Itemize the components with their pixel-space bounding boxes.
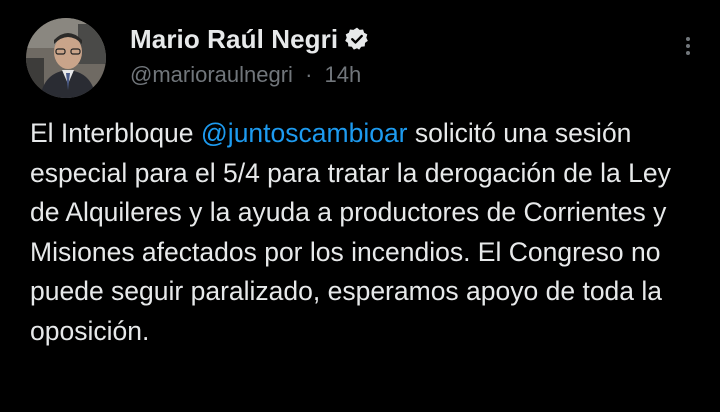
- avatar-photo: [26, 18, 106, 98]
- meta-separator: ·: [305, 62, 313, 87]
- handle[interactable]: @marioraulnegri: [130, 62, 293, 87]
- avatar[interactable]: [26, 18, 106, 98]
- mention-link[interactable]: @juntoscambioar: [201, 118, 408, 148]
- verified-badge-icon: [344, 26, 370, 52]
- name-row: Mario Raúl Negri: [130, 22, 370, 56]
- more-options-icon[interactable]: [682, 34, 694, 58]
- display-name[interactable]: Mario Raúl Negri: [130, 24, 338, 55]
- author-block: Mario Raúl Negri @marioraulnegri · 14h: [130, 22, 370, 88]
- tweet-text: El Interbloque @juntoscambioar solicitó …: [30, 114, 700, 352]
- tweet-text-after: solicitó una sesión especial para el 5/4…: [30, 118, 671, 346]
- tweet-text-before: El Interbloque: [30, 118, 201, 148]
- timestamp[interactable]: 14h: [325, 62, 362, 87]
- tweet-card[interactable]: Mario Raúl Negri @marioraulnegri · 14h E…: [0, 0, 720, 412]
- meta-row: @marioraulnegri · 14h: [130, 62, 370, 88]
